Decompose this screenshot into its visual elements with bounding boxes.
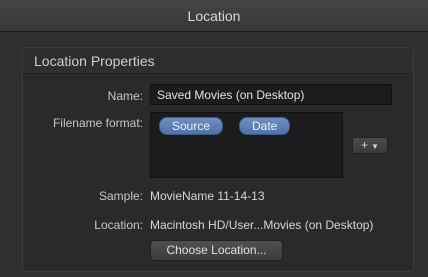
plus-icon: +	[361, 138, 369, 152]
filename-format-label: Filename format:	[52, 116, 143, 130]
window-title: Location	[187, 8, 241, 24]
location-label: Location:	[94, 218, 143, 232]
sample-label: Sample:	[98, 189, 143, 203]
location-window: Location Location Properties Name: Saved…	[0, 0, 428, 277]
filename-format-token-field[interactable]: Source Date	[150, 112, 343, 178]
panel-header: Location Properties	[23, 48, 413, 74]
token-date[interactable]: Date	[239, 117, 291, 135]
location-value: Macintosh HD/User...Movies (on Desktop)	[150, 218, 374, 232]
sample-value: MovieName 11-14-13	[150, 189, 265, 203]
name-label: Name:	[107, 89, 143, 103]
choose-location-button[interactable]: Choose Location...	[150, 240, 283, 261]
token-source[interactable]: Source	[159, 117, 224, 135]
name-field[interactable]: Saved Movies (on Desktop)	[150, 84, 392, 105]
name-field-value: Saved Movies (on Desktop)	[157, 88, 305, 102]
panel-title: Location Properties	[34, 53, 155, 69]
add-token-button[interactable]: + ▼	[352, 137, 388, 154]
chevron-down-icon: ▼	[371, 142, 379, 151]
title-bar: Location	[0, 0, 428, 32]
